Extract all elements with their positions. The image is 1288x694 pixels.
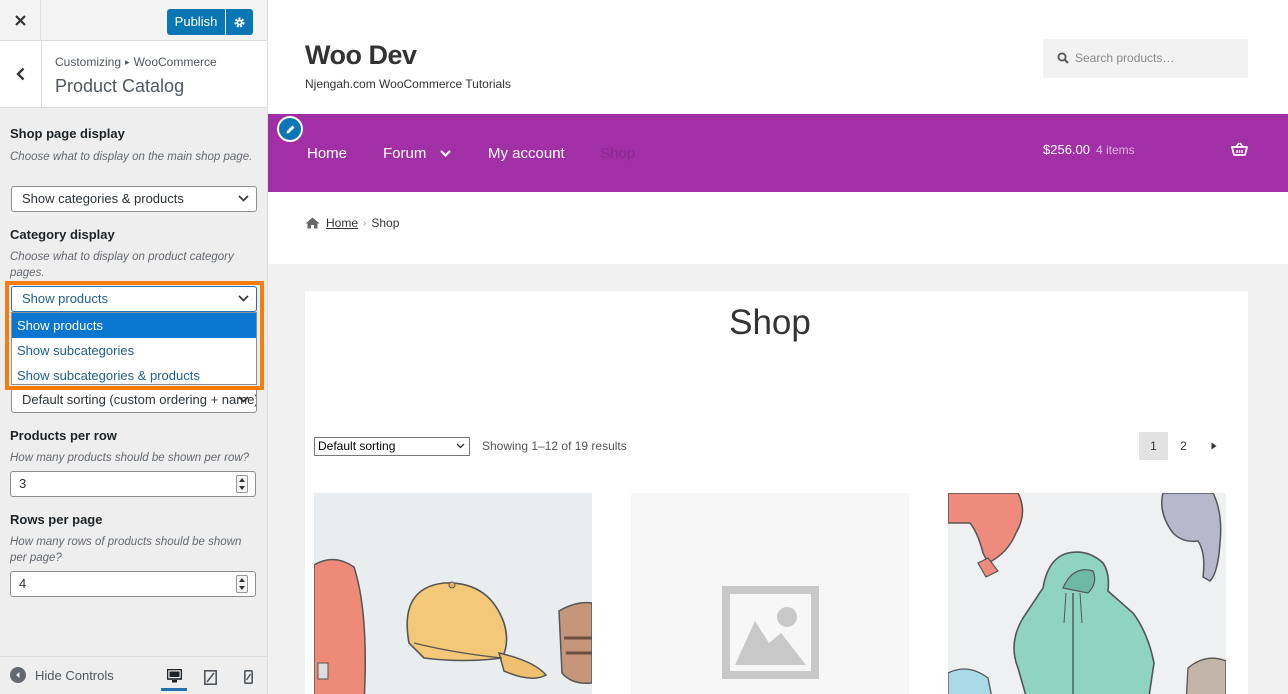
desktop-icon (166, 668, 182, 682)
close-icon (14, 15, 26, 26)
back-button[interactable] (0, 41, 42, 107)
customizer-footer: Hide Controls (0, 656, 267, 694)
rows-per-page-description: How many rows of products should be show… (10, 536, 242, 564)
section-title: Product Catalog (55, 76, 185, 96)
close-customizer-button[interactable] (0, 0, 41, 41)
chevron-down-icon (440, 150, 452, 157)
products-per-row-input[interactable]: 3 (10, 471, 256, 497)
rows-per-page-value: 4 (19, 576, 27, 591)
chevron-down-icon (238, 195, 249, 202)
default-sorting-select[interactable]: Default sorting (custom ordering + name) (11, 387, 257, 413)
result-count: Showing 1–12 of 19 results (482, 439, 627, 453)
shop-page-display-title: Shop page display (10, 126, 125, 141)
shop-page-display-select[interactable]: Show categories & products (11, 186, 257, 212)
chevron-down-icon (456, 443, 465, 449)
pagination-current: 1 (1139, 432, 1168, 460)
search-placeholder: Search products… (1075, 51, 1175, 65)
search-icon (1057, 52, 1069, 64)
tablet-preview-button[interactable] (197, 663, 223, 691)
chevron-down-icon (238, 396, 249, 403)
cart-summary[interactable]: $256.00 4 items (1043, 142, 1135, 157)
number-spinner[interactable] (236, 575, 248, 593)
default-sorting-value: Default sorting (custom ordering + name) (22, 392, 257, 407)
rows-per-page-title: Rows per page (10, 512, 103, 527)
breadcrumb-current: Shop (371, 216, 400, 230)
image-placeholder-icon (722, 586, 819, 679)
publish-settings-button[interactable] (226, 9, 253, 35)
category-display-description: Choose what to display on product catego… (10, 251, 234, 279)
next-arrow-icon (1211, 442, 1216, 450)
shop-sorting-select[interactable]: Default sorting (314, 437, 470, 456)
nav-my-account[interactable]: My account (488, 145, 565, 162)
products-per-row-value: 3 (19, 476, 27, 491)
shop-page-display-description: Choose what to display on the main shop … (10, 151, 253, 163)
cap-illustration (314, 558, 592, 694)
breadcrumb-parent: WooCommerce (133, 55, 217, 69)
edit-shortcut-button[interactable] (277, 116, 303, 142)
page-title: Shop (729, 303, 811, 342)
collapse-icon (10, 667, 26, 683)
breadcrumb: Home › Shop (305, 216, 399, 230)
category-display-options: Show products Show subcategories Show su… (11, 312, 257, 385)
product-image-hoodie[interactable] (948, 493, 1226, 694)
number-spinner[interactable] (236, 475, 248, 493)
tablet-icon (203, 669, 217, 685)
cart-item-count: 4 items (1096, 143, 1135, 157)
category-display-select[interactable]: Show products (11, 286, 257, 312)
cart-total: $256.00 (1043, 142, 1090, 157)
cart-button[interactable] (1231, 142, 1248, 162)
customizer-breadcrumb: Customizing ▸ WooCommerce (55, 55, 217, 69)
shop-content: Shop Default sorting Showing 1–12 of 19 … (305, 291, 1248, 694)
option-show-subcategories-and-products[interactable]: Show subcategories & products (12, 363, 256, 388)
breadcrumb-separator: ▸ (125, 57, 130, 67)
products-per-row-description: How many products should be shown per ro… (10, 452, 250, 464)
basket-icon (1231, 142, 1248, 156)
shop-page-display-value: Show categories & products (22, 191, 184, 206)
category-display-value: Show products (22, 291, 108, 306)
nav-forum-label: Forum (383, 145, 427, 162)
breadcrumb-separator: › (363, 217, 367, 229)
product-image-placeholder[interactable] (631, 493, 909, 694)
nav-home[interactable]: Home (307, 145, 347, 162)
shop-sorting-value: Default sorting (318, 439, 396, 453)
product-image-cap[interactable] (314, 493, 592, 694)
hide-controls-button[interactable]: Hide Controls (10, 667, 114, 683)
site-title[interactable]: Woo Dev (305, 40, 417, 71)
chevron-down-icon (238, 295, 249, 302)
breadcrumb-root: Customizing (55, 55, 122, 69)
customizer-header: Publish (0, 0, 267, 41)
products-per-row-title: Products per row (10, 428, 117, 443)
product-search-input[interactable]: Search products… (1043, 39, 1248, 78)
category-display-title: Category display (10, 227, 115, 242)
home-icon (305, 217, 320, 229)
pagination-next[interactable] (1199, 432, 1228, 460)
chevron-left-icon (16, 67, 25, 81)
nav-forum[interactable]: Forum (383, 145, 452, 162)
pagination-page-2[interactable]: 2 (1169, 432, 1198, 460)
rows-per-page-input[interactable]: 4 (10, 571, 256, 597)
hoodie-illustration (948, 493, 1226, 694)
option-show-subcategories[interactable]: Show subcategories (12, 338, 256, 363)
hide-controls-label: Hide Controls (35, 667, 114, 683)
section-header: Customizing ▸ WooCommerce Product Catalog (0, 41, 267, 108)
breadcrumb-home-link[interactable]: Home (326, 216, 358, 230)
desktop-preview-button[interactable] (161, 663, 187, 691)
nav-shop[interactable]: Shop (600, 145, 635, 162)
primary-navigation: Home Forum My account Shop $256.00 4 item… (268, 114, 1288, 192)
site-tagline: Njengah.com WooCommerce Tutorials (305, 77, 511, 91)
customizer-sidebar: Publish Customizing ▸ WooCommerce Product … (0, 0, 268, 694)
mobile-preview-button[interactable] (235, 663, 261, 691)
pencil-icon (286, 125, 294, 133)
option-show-products[interactable]: Show products (12, 313, 256, 338)
publish-button[interactable]: Publish (167, 9, 225, 35)
gear-icon (234, 16, 245, 28)
site-preview: Woo Dev Njengah.com WooCommerce Tutorial… (268, 0, 1288, 694)
mobile-icon (243, 670, 253, 684)
